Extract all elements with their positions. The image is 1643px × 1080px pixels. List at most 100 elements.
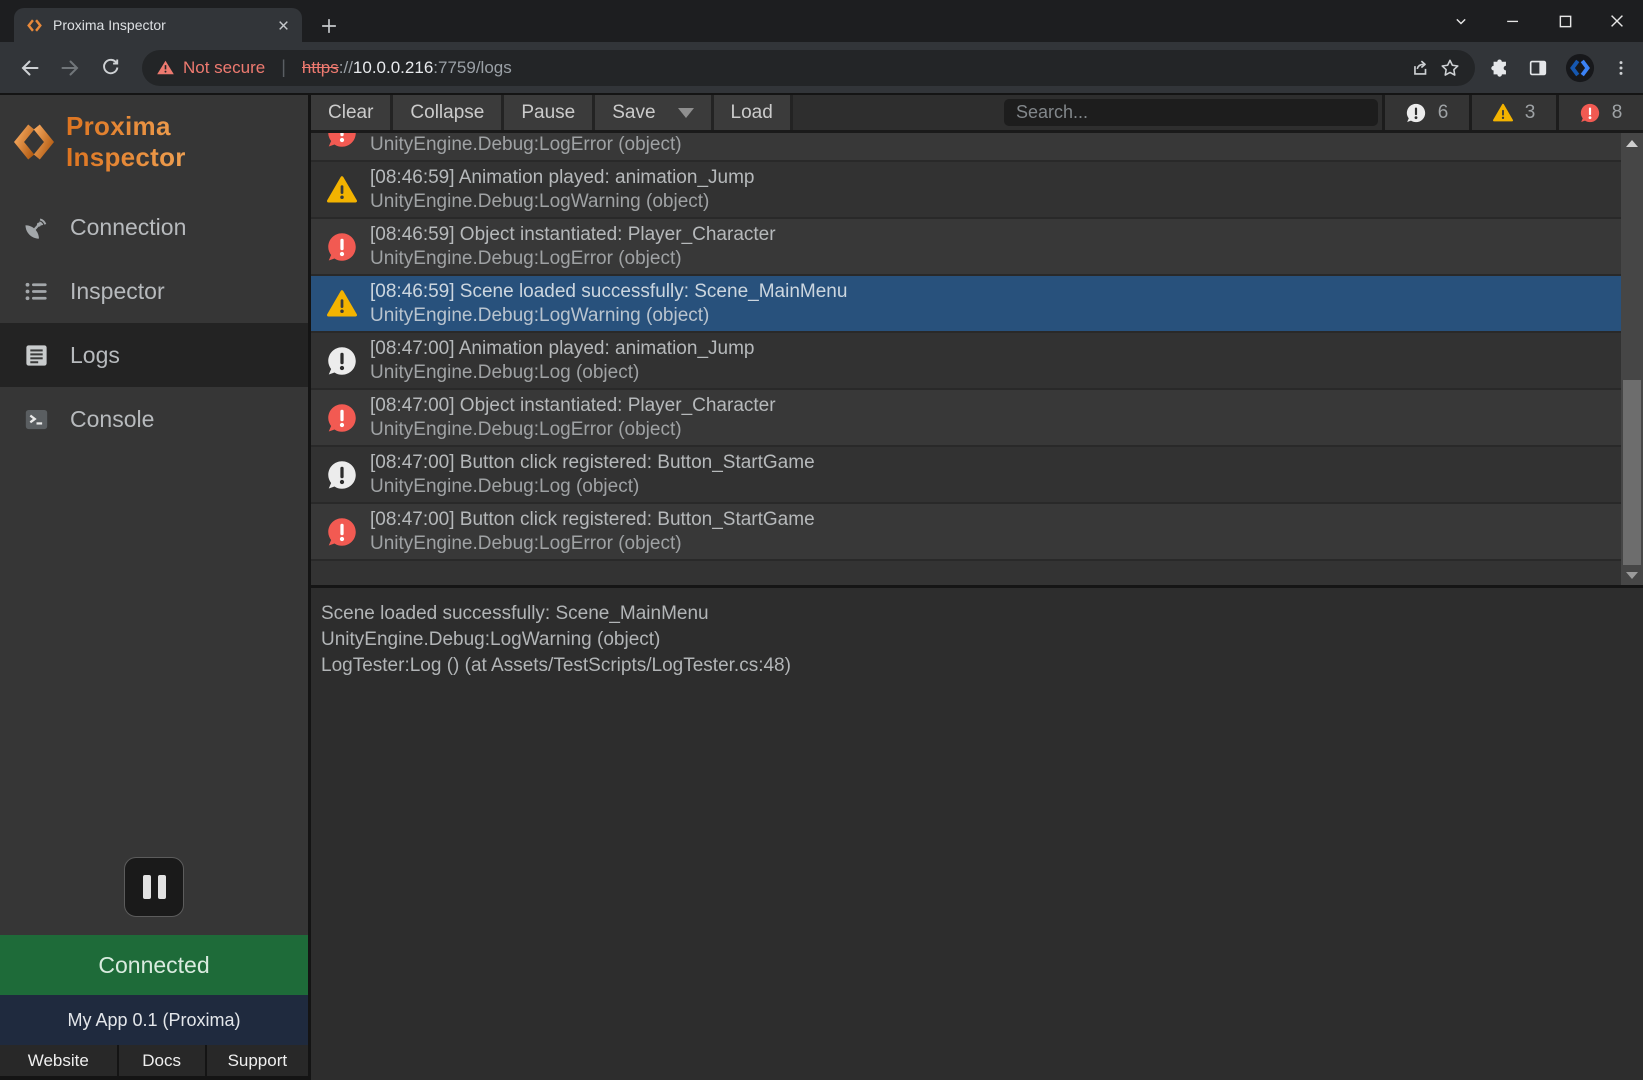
log-detail-pane: Scene loaded successfully: Scene_MainMen… xyxy=(311,588,1643,1080)
log-message: [08:46:59] Object instantiated: Player_C… xyxy=(370,223,776,247)
log-message: [08:47:00] Button click registered: Butt… xyxy=(370,508,815,532)
info-icon xyxy=(327,346,357,376)
scrollbar-track[interactable] xyxy=(1621,133,1643,585)
error-icon xyxy=(1580,103,1600,123)
proxima-inspector-app: Proxima Inspector Connection Inspector L… xyxy=(0,93,1643,1080)
sidebar-item-console[interactable]: Console xyxy=(0,387,308,451)
reload-icon[interactable] xyxy=(94,52,126,84)
address-bar[interactable]: Not secure | https://10.0.0.216:7759/log… xyxy=(142,50,1475,86)
log-row[interactable]: [08:46:59] Animation played: animation_J… xyxy=(311,162,1621,219)
log-trace: UnityEngine.Debug:Log (object) xyxy=(370,475,815,499)
detail-message: Scene loaded successfully: Scene_MainMen… xyxy=(321,601,1633,627)
proxima-logo-icon xyxy=(14,122,54,162)
log-list: UnityEngine.Debug:LogError (object) [08:… xyxy=(311,133,1643,588)
scrollbar-down-button[interactable] xyxy=(1621,567,1643,583)
info-count-filter[interactable]: 6 xyxy=(1382,95,1469,130)
browser-menu-kebab-icon[interactable] xyxy=(1611,58,1631,78)
log-row[interactable]: [08:46:59] Object instantiated: Player_C… xyxy=(311,219,1621,276)
bookmark-star-icon[interactable] xyxy=(1439,57,1461,79)
back-icon[interactable] xyxy=(14,52,46,84)
tab-title: Proxima Inspector xyxy=(53,17,265,33)
log-trace: UnityEngine.Debug:LogWarning (object) xyxy=(370,304,847,328)
log-row[interactable]: [08:47:00] Button click registered: Butt… xyxy=(311,504,1621,561)
warning-icon xyxy=(1493,103,1513,123)
proxima-extension-icon[interactable] xyxy=(1565,53,1595,83)
pause-button[interactable]: Pause xyxy=(504,95,592,130)
log-row[interactable]: UnityEngine.Debug:LogError (object) xyxy=(311,133,1621,162)
sidebar-item-label: Connection xyxy=(70,214,186,241)
load-button[interactable]: Load xyxy=(714,95,790,130)
info-icon xyxy=(327,460,357,490)
satellite-dish-icon xyxy=(20,213,52,241)
collapse-button[interactable]: Collapse xyxy=(393,95,501,130)
extensions-puzzle-icon[interactable] xyxy=(1489,57,1511,79)
browser-tab-strip: Proxima Inspector xyxy=(0,0,1643,42)
info-count: 6 xyxy=(1438,102,1449,124)
scrollbar-thumb[interactable] xyxy=(1623,380,1641,565)
warning-count: 3 xyxy=(1525,102,1536,124)
log-row[interactable]: [08:47:00] Animation played: animation_J… xyxy=(311,333,1621,390)
clear-button[interactable]: Clear xyxy=(311,95,390,130)
warning-icon xyxy=(327,289,357,319)
save-button[interactable]: Save xyxy=(595,95,710,130)
favicon-proxima-icon xyxy=(26,17,43,34)
sidebar-item-label: Console xyxy=(70,406,154,433)
connection-status-banner: Connected xyxy=(0,935,308,995)
error-icon xyxy=(327,403,357,433)
detail-trace: UnityEngine.Debug:LogWarning (object) xyxy=(321,627,1633,653)
side-panel-icon[interactable] xyxy=(1527,57,1549,79)
window-maximize-button[interactable] xyxy=(1539,0,1591,42)
sidebar: Proxima Inspector Connection Inspector L… xyxy=(0,95,311,1080)
log-trace: UnityEngine.Debug:LogError (object) xyxy=(370,418,776,442)
warning-icon xyxy=(327,175,357,205)
scrollbar-up-button[interactable] xyxy=(1621,135,1643,151)
logs-toolbar: Clear Collapse Pause Save Load 6 xyxy=(311,95,1643,133)
sidebar-footer: Website Docs Support xyxy=(0,1045,308,1080)
forward-icon[interactable] xyxy=(54,52,86,84)
window-minimize-button[interactable] xyxy=(1487,0,1539,42)
docs-link[interactable]: Docs xyxy=(119,1045,205,1076)
log-row[interactable]: [08:46:59] Scene loaded successfully: Sc… xyxy=(311,276,1621,333)
search-input[interactable] xyxy=(1004,99,1378,126)
sidebar-item-connection[interactable]: Connection xyxy=(0,195,308,259)
brand: Proxima Inspector xyxy=(0,95,308,185)
support-link[interactable]: Support xyxy=(207,1045,308,1076)
browser-toolbar: Not secure | https://10.0.0.216:7759/log… xyxy=(0,42,1643,93)
error-count-filter[interactable]: 8 xyxy=(1556,95,1643,130)
sidebar-item-label: Inspector xyxy=(70,278,165,305)
connected-app-label: My App 0.1 (Proxima) xyxy=(0,995,308,1045)
sidebar-item-inspector[interactable]: Inspector xyxy=(0,259,308,323)
log-message: [08:47:00] Animation played: animation_J… xyxy=(370,337,754,361)
browser-tab[interactable]: Proxima Inspector xyxy=(14,8,302,42)
sidebar-item-logs[interactable]: Logs xyxy=(0,323,308,387)
save-menu-caret-icon[interactable] xyxy=(678,108,694,118)
error-icon xyxy=(327,232,357,262)
share-icon[interactable] xyxy=(1409,57,1431,79)
pause-updates-button[interactable] xyxy=(124,857,184,917)
log-row[interactable]: [08:47:00] Object instantiated: Player_C… xyxy=(311,390,1621,447)
log-message: [08:46:59] Scene loaded successfully: Sc… xyxy=(370,280,847,304)
tab-close-icon[interactable] xyxy=(275,17,292,34)
info-icon xyxy=(1406,103,1426,123)
log-message: [08:47:00] Button click registered: Butt… xyxy=(370,451,815,475)
url-text: https://10.0.0.216:7759/logs xyxy=(302,58,512,78)
log-trace: UnityEngine.Debug:LogError (object) xyxy=(370,133,682,157)
window-close-button[interactable] xyxy=(1591,0,1643,42)
tab-search-chevron-icon[interactable] xyxy=(1435,0,1487,42)
list-icon xyxy=(20,278,52,305)
website-link[interactable]: Website xyxy=(0,1045,117,1076)
log-rows: UnityEngine.Debug:LogError (object) [08:… xyxy=(311,133,1621,561)
document-lines-icon xyxy=(20,342,52,369)
log-row[interactable]: [08:47:00] Button click registered: Butt… xyxy=(311,447,1621,504)
security-label[interactable]: Not secure xyxy=(183,58,265,78)
detail-stack: LogTester:Log () (at Assets/TestScripts/… xyxy=(321,653,1633,679)
error-icon xyxy=(327,517,357,547)
error-count: 8 xyxy=(1612,102,1623,124)
not-secure-warning-icon xyxy=(156,58,175,77)
log-trace: UnityEngine.Debug:LogError (object) xyxy=(370,247,776,271)
new-tab-button[interactable] xyxy=(318,15,340,37)
log-trace: UnityEngine.Debug:LogWarning (object) xyxy=(370,190,754,214)
brand-title: Proxima Inspector xyxy=(66,111,296,173)
warning-count-filter[interactable]: 3 xyxy=(1469,95,1556,130)
logs-page: Clear Collapse Pause Save Load 6 xyxy=(311,95,1643,1080)
